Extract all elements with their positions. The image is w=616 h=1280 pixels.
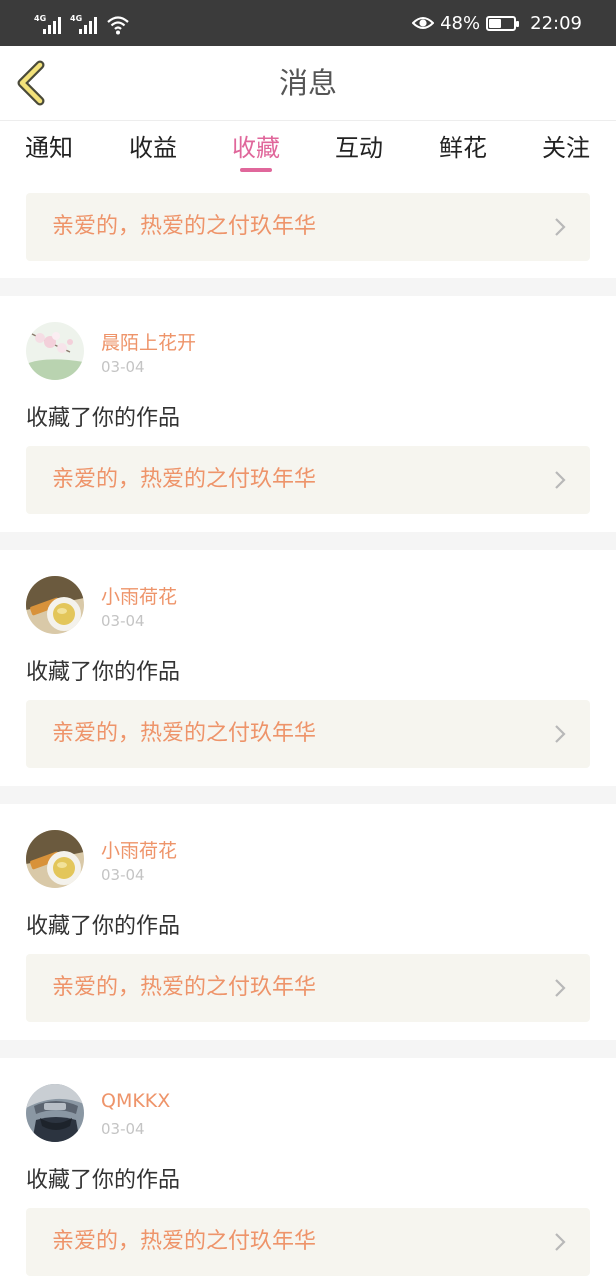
action-text: 收藏了你的作品 <box>26 406 181 431</box>
message-date: 03-04 <box>101 866 145 884</box>
work-link[interactable]: 亲爱的，热爱的之付玖年华 <box>26 1208 590 1276</box>
work-title: 亲爱的，热爱的之付玖年华 <box>52 721 317 746</box>
chevron-right-icon <box>555 1233 566 1251</box>
action-text: 收藏了你的作品 <box>26 660 181 685</box>
wifi-icon <box>107 16 129 35</box>
avatar[interactable] <box>26 830 84 888</box>
tab-label: 收益 <box>129 134 177 162</box>
separator <box>0 786 616 804</box>
avatar[interactable] <box>26 322 84 380</box>
tea-avatar-image <box>26 576 84 634</box>
message-card: 晨陌上花开 03-04 收藏了你的作品 亲爱的，热爱的之付玖年华 <box>0 296 616 532</box>
separator <box>0 532 616 550</box>
message-list: 亲爱的，热爱的之付玖年华 晨陌上花开 03-04 收藏了你的作品 亲爱的，热爱的… <box>0 178 616 1280</box>
avatar[interactable] <box>26 576 84 634</box>
separator <box>0 278 616 296</box>
tab-label: 关注 <box>542 134 590 162</box>
anime-avatar-image <box>26 1084 84 1142</box>
tab-following[interactable]: 关注 <box>526 130 606 174</box>
tab-bar: 通知 收益 收藏 互动 鲜花 关注 <box>0 122 616 178</box>
message-card: QMKKX 03-04 收藏了你的作品 亲爱的，热爱的之付玖年华 <box>0 1058 616 1280</box>
work-title: 亲爱的，热爱的之付玖年华 <box>52 214 317 239</box>
clock: 22:09 <box>530 12 582 34</box>
blossom-avatar-image <box>26 322 84 380</box>
work-link[interactable]: 亲爱的，热爱的之付玖年华 <box>26 193 590 261</box>
battery-icon <box>486 15 520 31</box>
message-card: 小雨荷花 03-04 收藏了你的作品 亲爱的，热爱的之付玖年华 <box>0 550 616 786</box>
tab-label: 互动 <box>335 134 383 162</box>
chevron-right-icon <box>555 979 566 997</box>
status-bar: 4G 4G 48% 22:09 <box>0 0 616 46</box>
username[interactable]: 晨陌上花开 <box>101 328 196 355</box>
app-header: 消息 <box>0 46 616 121</box>
work-link[interactable]: 亲爱的，热爱的之付玖年华 <box>26 954 590 1022</box>
action-text: 收藏了你的作品 <box>26 1168 181 1193</box>
work-title: 亲爱的，热爱的之付玖年华 <box>52 975 317 1000</box>
chevron-right-icon <box>555 725 566 743</box>
message-date: 03-04 <box>101 1120 145 1138</box>
avatar[interactable] <box>26 1084 84 1142</box>
network-indicators: 4G 4G <box>34 10 130 36</box>
eye-icon <box>412 17 435 29</box>
tab-favorites[interactable]: 收藏 <box>216 130 296 174</box>
tab-flowers[interactable]: 鲜花 <box>423 130 503 174</box>
message-card: 小雨荷花 03-04 收藏了你的作品 亲爱的，热爱的之付玖年华 <box>0 804 616 1040</box>
message-date: 03-04 <box>101 612 145 630</box>
tab-earnings[interactable]: 收益 <box>113 130 193 174</box>
chevron-right-icon <box>555 471 566 489</box>
work-link[interactable]: 亲爱的，热爱的之付玖年华 <box>26 446 590 514</box>
tab-notifications[interactable]: 通知 <box>9 130 89 174</box>
work-title: 亲爱的，热爱的之付玖年华 <box>52 1229 317 1254</box>
username[interactable]: 小雨荷花 <box>101 582 177 609</box>
tab-label: 鲜花 <box>439 134 487 162</box>
tab-label: 通知 <box>25 134 73 162</box>
username[interactable]: 小雨荷花 <box>101 836 177 863</box>
tab-interactions[interactable]: 互动 <box>319 130 399 174</box>
chevron-right-icon <box>555 218 566 236</box>
action-text: 收藏了你的作品 <box>26 914 181 939</box>
signal-icon: 4G <box>70 14 100 36</box>
message-card-partial: 亲爱的，热爱的之付玖年华 <box>0 178 616 278</box>
message-date: 03-04 <box>101 358 145 376</box>
battery-percent: 48% <box>440 12 481 34</box>
status-right: 48% 22:09 <box>412 0 582 46</box>
username[interactable]: QMKKX <box>101 1090 170 1112</box>
signal-icon: 4G <box>34 14 64 36</box>
tab-label: 收藏 <box>232 134 280 162</box>
separator <box>0 1040 616 1058</box>
work-link[interactable]: 亲爱的，热爱的之付玖年华 <box>26 700 590 768</box>
page-title: 消息 <box>278 66 337 100</box>
work-title: 亲爱的，热爱的之付玖年华 <box>52 467 317 492</box>
tea-avatar-image <box>26 830 84 888</box>
